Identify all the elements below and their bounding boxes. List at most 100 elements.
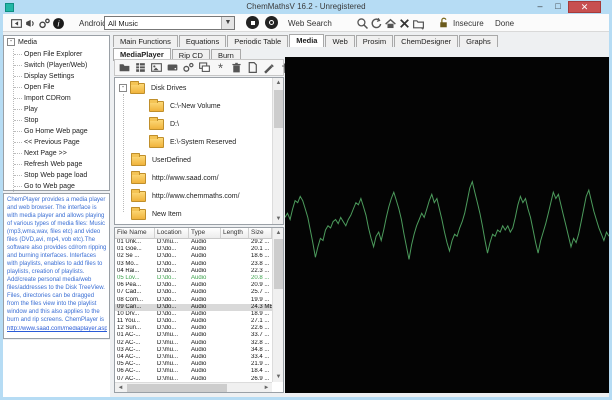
tree-item-stop-web-page-load[interactable]: Stop Web page load (14, 170, 88, 181)
scroll-thumb[interactable] (274, 239, 283, 289)
table-row[interactable]: 11 You... D:\do... Audio 27.1 ... (115, 318, 272, 325)
switch-view-icon[interactable] (9, 16, 23, 30)
link-gears-icon[interactable] (182, 61, 195, 75)
web-search-button[interactable]: Web Search (288, 19, 332, 28)
table-row[interactable]: 06 AC-... D:\mu... Audio 18.4 ... (115, 368, 272, 375)
scroll-down-icon[interactable]: ▼ (273, 214, 283, 224)
tab-media[interactable]: Media (289, 34, 325, 47)
disk-tree-item[interactable]: http://www.saad.com/ (131, 170, 219, 186)
tab-web[interactable]: Web (325, 35, 355, 47)
column-header-length[interactable]: Length (221, 228, 249, 239)
close-button[interactable]: ✕ (568, 1, 601, 13)
visualizer-panel[interactable] (284, 57, 610, 393)
drive-icon[interactable] (166, 61, 179, 75)
tab-chemdesigner[interactable]: ChemDesigner (394, 35, 459, 47)
column-header-size[interactable]: Size (249, 228, 272, 239)
command-tree-root[interactable]: - Media (7, 38, 37, 46)
scroll-left-icon[interactable]: ◄ (115, 383, 126, 392)
copy-folder-icon[interactable] (198, 61, 211, 75)
tree-item-next-page-[interactable]: Next Page >> (14, 148, 88, 159)
tree-item--previous-page[interactable]: << Previous Page (14, 137, 88, 148)
tree-item-refresh-web-page[interactable]: Refresh Web page (14, 159, 88, 170)
table-row[interactable]: 01 Unk... D:\mu... Audio 29.2 ... (115, 239, 272, 246)
table-row[interactable]: 02 AC-... D:\mu... Audio 32.8 ... (115, 340, 272, 347)
tree-item-play[interactable]: Play (14, 104, 88, 115)
titlebar[interactable]: ChemMathsV 16.2 - Unregistered – □ ✕ (0, 0, 612, 14)
table-row[interactable]: 05 Lov... D:\do... Audio 20.8 ... (115, 275, 272, 282)
asterisk-icon[interactable]: * (214, 61, 227, 75)
tab-periodic-table[interactable]: Periodic Table (227, 35, 289, 47)
tab-prosim[interactable]: Prosim (355, 35, 394, 47)
scroll-thumb[interactable] (274, 90, 283, 128)
disk-tree-item[interactable]: E:\-System Reserved (149, 134, 236, 150)
table-row[interactable]: 06 Pea... D:\do... Audio 20.9 ... (115, 282, 272, 289)
search-icon[interactable] (355, 16, 369, 30)
disk-tree-item[interactable]: http://www.chemmaths.com/ (131, 188, 240, 204)
megaphone-icon[interactable] (23, 16, 37, 30)
disk-tree-item[interactable]: C:\-New Volume (149, 98, 221, 114)
music-source-combobox[interactable]: All Music ▼ (104, 16, 235, 30)
tab-equations[interactable]: Equations (178, 35, 227, 47)
grid-icon[interactable] (134, 61, 147, 75)
scroll-up-icon[interactable]: ▲ (273, 228, 283, 238)
table-row[interactable]: 03 Mo... D:\do... Audio 23.8 ... (115, 261, 272, 268)
table-row[interactable]: 03 AC-... D:\mu... Audio 34.8 ... (115, 347, 272, 354)
info-icon[interactable]: i (51, 16, 65, 30)
collapse-icon[interactable]: - (119, 84, 127, 92)
table-row[interactable]: 04 AC-... D:\mu... Audio 33.4 ... (115, 354, 272, 361)
document-icon[interactable] (246, 61, 259, 75)
column-header-location[interactable]: Location (155, 228, 189, 239)
stop-button[interactable] (246, 16, 259, 29)
scroll-up-icon[interactable]: ▲ (273, 78, 283, 88)
minimize-button[interactable]: – (532, 1, 548, 13)
folder-new-icon[interactable] (411, 16, 425, 30)
table-cell: 22.3 ... (251, 267, 270, 274)
tree-item-import-cdrom[interactable]: Import CDRom (14, 93, 88, 104)
open-folder-icon[interactable] (118, 61, 131, 75)
tree-item-go-home-web-page[interactable]: Go Home Web page (14, 126, 88, 137)
tab-main-functions[interactable]: Main Functions (113, 35, 178, 47)
trash-icon[interactable] (230, 61, 243, 75)
disk-tree-item[interactable]: - Disk Drives (119, 80, 186, 96)
tree-item-open-file-explorer[interactable]: Open File Explorer (14, 49, 88, 60)
done-button[interactable]: Done (495, 19, 514, 28)
file-table-hscrollbar[interactable]: ◄ ► (115, 382, 272, 392)
table-row[interactable]: 05 AC-... D:\mu... Audio 21.9 ... (115, 361, 272, 368)
table-row[interactable]: 10 Drv... D:\do... Audio 18.9 ... (115, 311, 272, 318)
pen-icon[interactable] (262, 61, 275, 75)
table-row[interactable]: 04 Rai... D:\do... Audio 22.3 ... (115, 268, 272, 275)
tab-graphs[interactable]: Graphs (459, 35, 498, 47)
image-icon[interactable] (150, 61, 163, 75)
column-header-type[interactable]: Type (189, 228, 221, 239)
column-header-file-name[interactable]: File Name (115, 228, 155, 239)
refresh-icon[interactable] (369, 16, 383, 30)
table-row[interactable]: 07 Cad... D:\do... Audio 25.7 ... (115, 289, 272, 296)
table-row[interactable]: 01 Goe... D:\do... Audio 20.1 ... (115, 246, 272, 253)
tree-item-go-to-web-page[interactable]: Go to Web page (14, 181, 88, 192)
collapse-icon[interactable]: - (7, 38, 15, 46)
tree-item-display-settings[interactable]: Display Settings (14, 71, 88, 82)
settings-gears-icon[interactable] (37, 16, 51, 30)
chevron-down-icon[interactable]: ▼ (221, 17, 234, 29)
table-row[interactable]: 09 Can... D:\do... Audio 24.3 MB (115, 303, 272, 311)
record-button[interactable] (265, 16, 278, 29)
scroll-down-icon[interactable]: ▼ (273, 372, 283, 382)
scroll-thumb[interactable] (127, 384, 227, 392)
tree-item-switch-player-web-[interactable]: Switch (Player/Web) (14, 60, 88, 71)
tree-item-stop[interactable]: Stop (14, 115, 88, 126)
disk-tree-item[interactable]: D:\ (149, 116, 179, 132)
scroll-right-icon[interactable]: ► (261, 383, 272, 392)
help-link[interactable]: http://www.saad.com/mediaplayer.aspx (7, 326, 107, 332)
table-row[interactable]: 02 Se ... D:\do... Audio 18.6 ... (115, 253, 272, 260)
disk-tree-item[interactable]: New Item (131, 206, 182, 222)
disk-tree-item[interactable]: UserDefined (131, 152, 191, 168)
maximize-button[interactable]: □ (550, 1, 566, 13)
disk-tree-scrollbar[interactable]: ▲ ▼ (272, 78, 283, 224)
file-table-vscrollbar[interactable]: ▲ ▼ (272, 228, 283, 382)
home-icon[interactable] (383, 16, 397, 30)
table-row[interactable]: 12 Sun... D:\do... Audio 22.6 ... (115, 325, 272, 332)
table-row[interactable]: 08 Com... D:\do... Audio 19.9 ... (115, 297, 272, 304)
tree-item-open-file[interactable]: Open File (14, 82, 88, 93)
table-row[interactable]: 01 AC-... D:\mu... Audio 33.7 ... (115, 332, 272, 339)
close-x-icon[interactable] (397, 16, 411, 30)
